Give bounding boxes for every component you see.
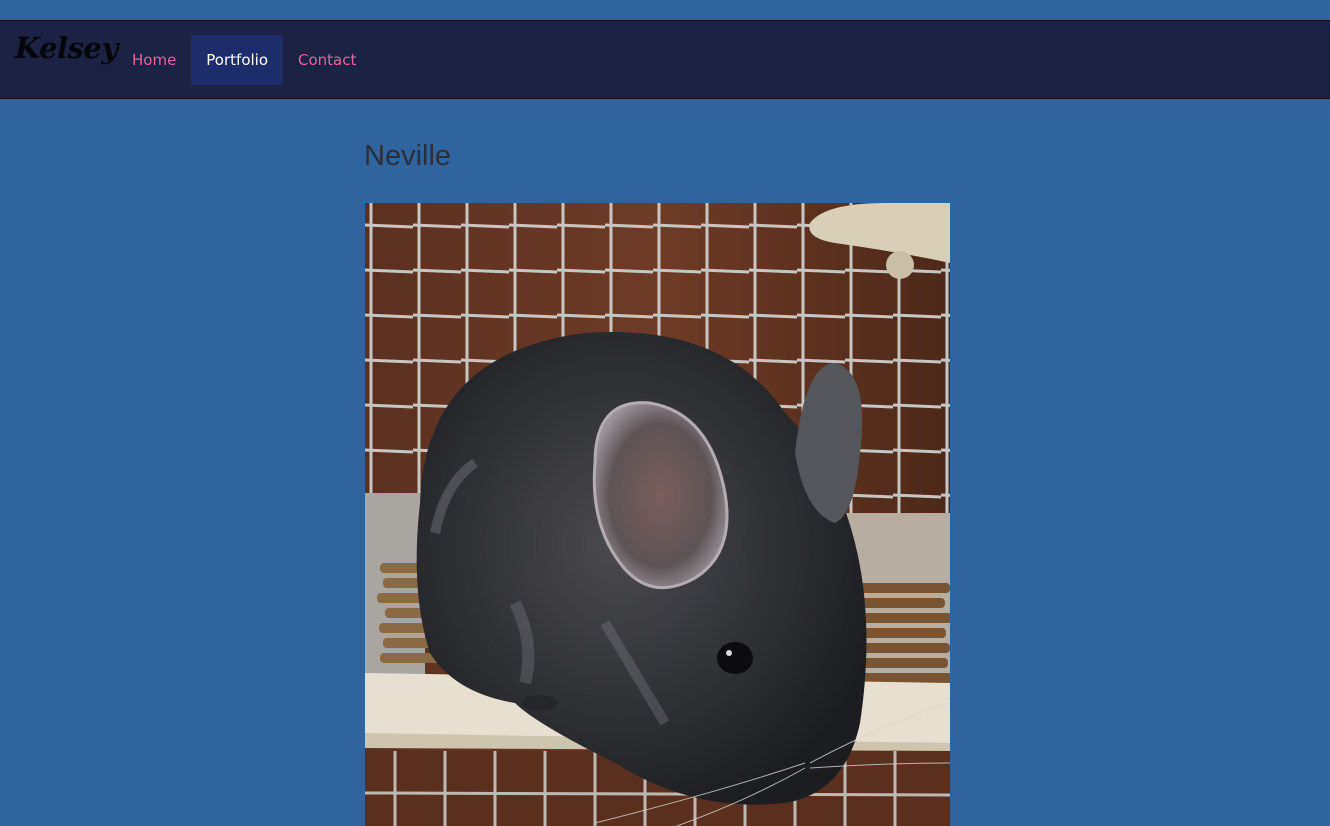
nav-menu: Home Portfolio Contact [117, 35, 371, 85]
nav-item-contact[interactable]: Contact [283, 35, 371, 85]
chinchilla-photo [365, 203, 950, 826]
nav-item-portfolio[interactable]: Portfolio [191, 35, 284, 85]
top-navbar: Kelsey Home Portfolio Contact [0, 20, 1330, 99]
nav-item-home[interactable]: Home [117, 35, 191, 85]
page: Kelsey Home Portfolio Contact Neville [0, 0, 1330, 826]
main-content: Neville [364, 138, 951, 826]
page-title: Neville [364, 140, 452, 172]
brand-logo[interactable]: Kelsey [15, 31, 118, 65]
